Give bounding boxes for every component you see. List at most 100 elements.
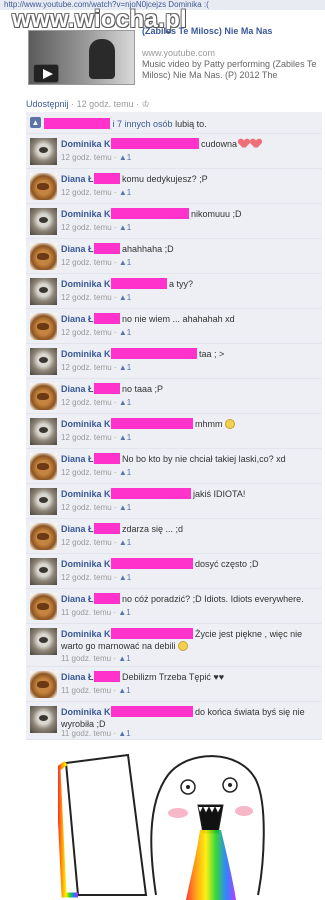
comment-author[interactable]: Diana Ł xyxy=(61,384,94,394)
like-count[interactable]: 1 xyxy=(127,293,131,302)
like-count-icon[interactable]: ▲ xyxy=(119,573,127,582)
comment-author[interactable]: Dominika K xyxy=(61,707,111,717)
food-avatar[interactable] xyxy=(30,173,57,200)
play-icon[interactable] xyxy=(33,64,59,83)
like-count[interactable]: 1 xyxy=(127,328,131,337)
like-count-icon[interactable]: ▲ xyxy=(119,223,127,232)
like-count[interactable]: 1 xyxy=(127,188,131,197)
cat-avatar[interactable] xyxy=(30,348,57,375)
comment-author[interactable]: Diana Ł xyxy=(61,244,94,254)
comment-author[interactable]: Dominika K xyxy=(61,559,111,569)
comment-timestamp[interactable]: 12 godz. temu xyxy=(61,398,112,407)
comment-body: Dominika K a tyy? xyxy=(61,278,319,290)
food-avatar[interactable] xyxy=(30,453,57,480)
like-count-icon[interactable]: ▲ xyxy=(119,363,127,372)
comment-timestamp[interactable]: 12 godz. temu xyxy=(61,573,112,582)
comment-timestamp[interactable]: 12 godz. temu xyxy=(61,363,112,372)
comment-author[interactable]: Diana Ł xyxy=(61,314,94,324)
comment-author[interactable]: Dominika K xyxy=(61,209,111,219)
like-count[interactable]: 1 xyxy=(127,398,131,407)
comment-timestamp[interactable]: 12 godz. temu xyxy=(61,258,112,267)
like-count[interactable]: 1 xyxy=(127,258,131,267)
comment-author[interactable]: Dominika K xyxy=(61,139,111,149)
like-count[interactable]: 1 xyxy=(127,503,131,512)
comment-timestamp[interactable]: 12 godz. temu xyxy=(61,153,112,162)
comment-timestamp[interactable]: 12 godz. temu xyxy=(61,433,112,442)
comment-text: No bo kto by nie chciał takiej laski,co?… xyxy=(122,454,286,464)
like-count-icon[interactable]: ▲ xyxy=(119,433,127,442)
comment-author[interactable]: Diana Ł xyxy=(61,174,94,184)
like-count-icon[interactable]: ▲ xyxy=(118,654,126,663)
like-count-icon[interactable]: ▲ xyxy=(118,729,126,738)
like-count[interactable]: 1 xyxy=(127,223,131,232)
comment-author[interactable]: Diana Ł xyxy=(61,454,94,464)
separator: · xyxy=(111,468,119,477)
comment-author[interactable]: Diana Ł xyxy=(61,524,94,534)
like-count[interactable]: 1 xyxy=(127,153,131,162)
cat-avatar[interactable] xyxy=(30,488,57,515)
comment-meta: 11 godz. temu · ▲1 xyxy=(61,686,131,695)
food-avatar[interactable] xyxy=(30,313,57,340)
comment-timestamp[interactable]: 12 godz. temu xyxy=(61,328,112,337)
like-count-icon[interactable]: ▲ xyxy=(119,188,127,197)
like-count-icon[interactable]: ▲ xyxy=(119,538,127,547)
like-count[interactable]: 1 xyxy=(127,538,131,547)
like-count[interactable]: 1 xyxy=(127,468,131,477)
comment-timestamp[interactable]: 12 godz. temu xyxy=(61,503,112,512)
like-count[interactable]: 1 xyxy=(127,363,131,372)
like-count[interactable]: 1 xyxy=(126,608,130,617)
redacted-surname xyxy=(93,523,120,534)
like-count-icon[interactable]: ▲ xyxy=(119,398,127,407)
cat-avatar[interactable] xyxy=(30,628,57,655)
food-avatar[interactable] xyxy=(30,593,57,620)
video-thumbnail[interactable] xyxy=(28,30,135,85)
comment-timestamp[interactable]: 12 godz. temu xyxy=(61,223,112,232)
like-count-icon[interactable]: ▲ xyxy=(119,293,127,302)
likes-others-link[interactable]: i 7 innych osób xyxy=(113,119,173,129)
comment-timestamp[interactable]: 12 godz. temu xyxy=(61,538,112,547)
comment-timestamp[interactable]: 11 godz. temu xyxy=(61,686,111,695)
cat-avatar[interactable] xyxy=(30,278,57,305)
comment-author[interactable]: Diana Ł xyxy=(61,672,94,682)
comment-author[interactable]: Dominika K xyxy=(61,419,111,429)
food-avatar[interactable] xyxy=(30,671,57,698)
comment-author[interactable]: Dominika K xyxy=(61,489,111,499)
like-count[interactable]: 1 xyxy=(126,686,130,695)
like-count-icon[interactable]: ▲ xyxy=(118,608,126,617)
comment-author[interactable]: Dominika K xyxy=(61,349,111,359)
comment-timestamp[interactable]: 11 godz. temu xyxy=(61,608,111,617)
comment-author[interactable]: Dominika K xyxy=(61,279,111,289)
cat-avatar[interactable] xyxy=(30,418,57,445)
comment-timestamp[interactable]: 11 godz. temu xyxy=(61,729,111,738)
comment-timestamp[interactable]: 12 godz. temu xyxy=(61,188,112,197)
comment-author[interactable]: Diana Ł xyxy=(61,594,94,604)
comment-meta: 12 godz. temu · ▲1 xyxy=(61,258,131,267)
food-avatar[interactable] xyxy=(30,523,57,550)
cat-avatar[interactable] xyxy=(30,706,57,733)
like-count-icon[interactable]: ▲ xyxy=(119,503,127,512)
like-count[interactable]: 1 xyxy=(127,433,131,442)
cat-avatar[interactable] xyxy=(30,138,57,165)
cat-avatar[interactable] xyxy=(30,208,57,235)
comment-text: no nie wiem ... ahahahah xd xyxy=(122,314,235,324)
like-count-icon[interactable]: ▲ xyxy=(119,328,127,337)
cat-avatar[interactable] xyxy=(30,558,57,585)
comment-timestamp[interactable]: 12 godz. temu xyxy=(61,293,112,302)
shared-video-attachment[interactable]: (Zabiles Te Milosc) Nie Ma Nas www.youtu… xyxy=(28,22,324,86)
food-avatar[interactable] xyxy=(30,383,57,410)
like-count[interactable]: 1 xyxy=(126,729,130,738)
like-count-icon[interactable]: ▲ xyxy=(119,153,127,162)
like-count-icon[interactable]: ▲ xyxy=(118,686,126,695)
comment-timestamp[interactable]: 12 godz. temu xyxy=(61,468,112,477)
like-count-icon[interactable]: ▲ xyxy=(119,468,127,477)
video-title[interactable]: (Zabiles Te Milosc) Nie Ma Nas xyxy=(142,26,322,37)
comment-row: Dominika K Życie jest piękne , więc nie … xyxy=(26,624,322,667)
comment-author[interactable]: Dominika K xyxy=(61,629,111,639)
comment-timestamp[interactable]: 11 godz. temu xyxy=(61,654,111,663)
like-count[interactable]: 1 xyxy=(127,573,131,582)
share-link[interactable]: Udostępnij xyxy=(26,99,69,109)
like-count-icon[interactable]: ▲ xyxy=(119,258,127,267)
food-avatar[interactable] xyxy=(30,243,57,270)
post-timestamp[interactable]: 12 godz. temu xyxy=(77,99,134,109)
like-count[interactable]: 1 xyxy=(126,654,130,663)
